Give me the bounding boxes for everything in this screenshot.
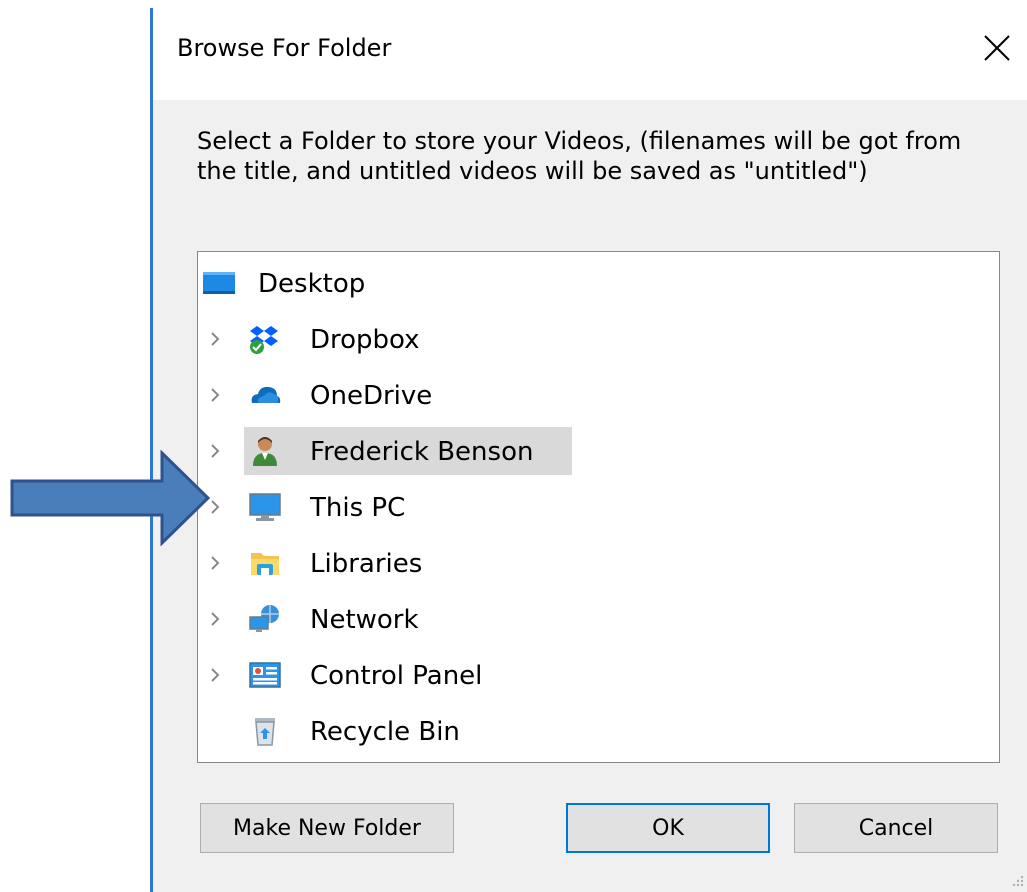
dialog-title: Browse For Folder xyxy=(177,34,392,62)
folder-tree[interactable]: Desktop Dropbox OneDrive Frederick Benso… xyxy=(197,251,1000,763)
network-icon xyxy=(249,605,279,632)
control-panel-icon xyxy=(249,662,281,688)
desktop-icon xyxy=(203,272,235,294)
close-icon xyxy=(984,35,1010,61)
ok-button[interactable]: OK xyxy=(566,803,770,853)
recycle-bin-icon xyxy=(255,718,275,746)
tree-node-label: Frederick Benson xyxy=(310,437,534,467)
this-pc-icon xyxy=(249,493,281,521)
dialog-instructions: Select a Folder to store your Videos, (f… xyxy=(197,127,962,185)
browse-for-folder-dialog: Browse For Folder Select a Folder to sto… xyxy=(153,0,1027,892)
tree-node-label: Dropbox xyxy=(310,325,420,355)
tree-node-label: Control Panel xyxy=(310,661,483,691)
tree-node-label: Libraries xyxy=(310,549,423,579)
tree-node-label: Network xyxy=(310,605,419,635)
tree-node-label: Recycle Bin xyxy=(310,717,460,747)
close-button[interactable] xyxy=(977,28,1017,72)
tree-node-label: This PC xyxy=(310,493,406,523)
user-folder-icon xyxy=(253,437,277,466)
expand-chevron-icon[interactable] xyxy=(206,665,226,685)
tree-node-label: Desktop xyxy=(258,269,366,299)
onedrive-icon xyxy=(251,386,281,403)
annotation-arrow-icon xyxy=(10,450,210,546)
cancel-button[interactable]: Cancel xyxy=(794,803,998,853)
tree-node-label: OneDrive xyxy=(310,381,433,411)
dropbox-icon xyxy=(250,326,278,354)
resize-grip-icon[interactable] xyxy=(1011,874,1025,888)
expand-chevron-icon[interactable] xyxy=(206,329,226,349)
title-bar[interactable]: Browse For Folder xyxy=(153,0,1027,100)
libraries-icon xyxy=(251,553,279,575)
expand-chevron-icon[interactable] xyxy=(206,609,226,629)
expand-chevron-icon[interactable] xyxy=(206,385,226,405)
make-new-folder-button[interactable]: Make New Folder xyxy=(200,803,454,853)
expand-chevron-icon[interactable] xyxy=(206,553,226,573)
